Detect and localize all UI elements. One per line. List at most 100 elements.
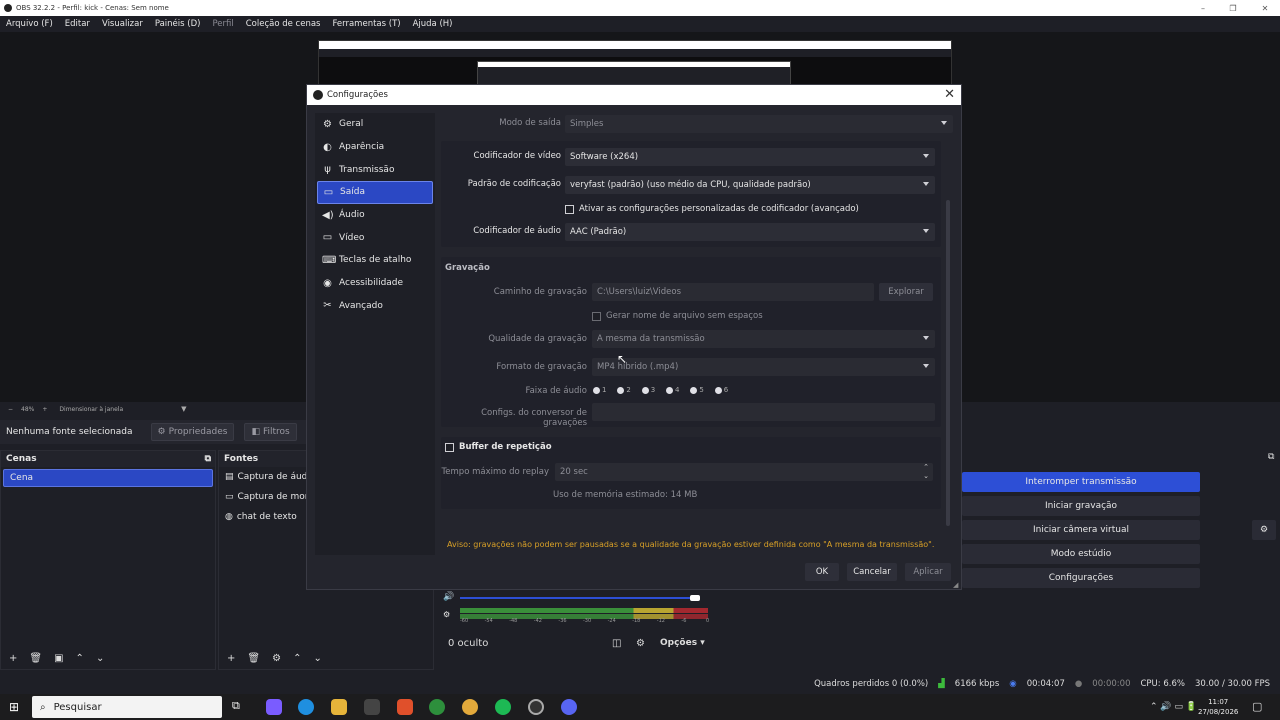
spotify-icon[interactable] [495, 699, 511, 715]
chrome-icon[interactable] [462, 699, 478, 715]
brave-icon[interactable] [397, 699, 413, 715]
output-mode-select[interactable]: Simples [565, 115, 953, 133]
menu-file[interactable]: Arquivo (F) [6, 19, 53, 29]
obs-taskbar-icon[interactable] [528, 699, 544, 715]
scene-filter-icon[interactable]: ▣ [54, 653, 63, 664]
menu-docks[interactable]: Painéis (D) [155, 19, 201, 29]
recording-path-input[interactable]: C:\Users\luiz\Videos [592, 283, 874, 301]
nav-hotkeys[interactable]: ⌨ Teclas de atalho [315, 249, 435, 272]
menu-view[interactable]: Visualizar [102, 19, 143, 29]
meter-scale-label: -36 [558, 618, 567, 624]
clock-time: 11:07 [1208, 698, 1229, 706]
spinner-arrows-icon[interactable]: ⌃ ⌄ [923, 463, 929, 481]
taskbar-clock[interactable]: 11:07 27/08/2026 [1198, 697, 1238, 717]
move-down-icon[interactable]: ⌄ [96, 653, 104, 664]
menu-edit[interactable]: Editar [65, 19, 90, 29]
virtual-camera-gear-icon[interactable]: ⚙ [1252, 520, 1276, 540]
volume-icon[interactable]: 🔊 [443, 592, 454, 602]
remux-input[interactable] [592, 403, 935, 421]
audio-encoder-select[interactable]: AAC (Padrão) [565, 223, 935, 241]
track-radio-3[interactable]: 3 [641, 386, 655, 394]
browse-button[interactable]: Explorar [879, 283, 933, 301]
volume-slider[interactable] [460, 597, 700, 599]
maximize-button[interactable]: ❐ [1218, 0, 1248, 16]
remove-source-icon[interactable]: 🗑 [247, 653, 260, 664]
recording-quality-select[interactable]: A mesma da transmissão [592, 330, 935, 348]
resize-select[interactable]: Dimensionar à janela [59, 406, 123, 413]
copilot-icon[interactable] [266, 699, 282, 715]
nav-output[interactable]: ▭ Saída [317, 181, 433, 204]
filters-button[interactable]: ◧ Filtros [244, 423, 297, 441]
move-down-icon[interactable]: ⌄ [313, 653, 321, 664]
encoder-preset-select[interactable]: veryfast (padrão) (uso médio da CPU, qua… [565, 176, 935, 194]
recording-format-select[interactable]: MP4 híbrido (.mp4) [592, 358, 935, 376]
chevron-down-icon[interactable]: ▼ [181, 405, 186, 413]
settings-button[interactable]: Configurações [962, 568, 1200, 588]
mixer-settings-icon[interactable]: ⚙ [443, 610, 450, 619]
track-radio-5[interactable]: 5 [690, 386, 704, 394]
resize-grip-icon[interactable]: ◢ [953, 581, 958, 589]
discord-icon[interactable] [561, 699, 577, 715]
no-spaces-checkbox[interactable]: Gerar nome de arquivo sem espaços [592, 311, 763, 321]
tray-icons[interactable]: ⌃ 🔊 ▭ 🔋 [1150, 702, 1197, 712]
studio-mode-button[interactable]: Modo estúdio [962, 544, 1200, 564]
windows-start-icon[interactable]: ⊞ [9, 700, 19, 714]
track-radio-4[interactable]: 4 [666, 386, 680, 394]
apply-button[interactable]: Aplicar [905, 563, 951, 581]
cancel-button[interactable]: Cancelar [847, 563, 897, 581]
audio-tracks-radios: 1 2 3 4 5 6 [593, 386, 736, 397]
scene-item[interactable]: Cena [3, 469, 213, 487]
scenes-title: Cenas [6, 454, 37, 464]
status-bar: Quadros perdidos 0 (0.0%) ▟ 6166 kbps ◉ … [0, 674, 1280, 694]
menu-profile[interactable]: Perfil [212, 19, 233, 29]
dock-float-icon[interactable]: ⧉ [1268, 452, 1274, 462]
minimize-button[interactable]: – [1188, 0, 1218, 16]
options-button[interactable]: Opções ▾ [660, 638, 705, 648]
zoom-out-button[interactable]: − [8, 406, 13, 413]
start-recording-button[interactable]: Iniciar gravação [962, 496, 1200, 516]
ok-button[interactable]: OK [805, 563, 839, 581]
nav-accessibility[interactable]: ◉ Acessibilidade [315, 272, 435, 295]
store-icon[interactable] [364, 699, 380, 715]
video-encoder-select[interactable]: Software (x264) [565, 148, 935, 166]
track-radio-1[interactable]: 1 [593, 386, 606, 394]
volume-slider-knob[interactable] [690, 595, 700, 601]
menu-scene-collection[interactable]: Coleção de cenas [246, 19, 321, 29]
add-scene-icon[interactable]: + [9, 653, 17, 664]
move-up-icon[interactable]: ⌃ [293, 653, 301, 664]
nav-advanced[interactable]: ✂ Avançado [315, 295, 435, 318]
add-source-icon[interactable]: + [227, 653, 235, 664]
task-view-icon[interactable]: ⧉ [232, 699, 248, 715]
dialog-close-icon[interactable]: ✕ [944, 87, 955, 102]
move-up-icon[interactable]: ⌃ [76, 653, 84, 664]
file-explorer-icon[interactable] [331, 699, 347, 715]
start-virtual-camera-button[interactable]: Iniciar câmera virtual [962, 520, 1200, 540]
settings-scrollbar[interactable] [946, 200, 950, 526]
dock-float-icon[interactable]: ⧉ [205, 454, 211, 464]
replay-max-time-spinner[interactable]: 20 sec ⌃ ⌄ [555, 463, 933, 481]
nav-video[interactable]: ▭ Vídeo [315, 226, 435, 249]
mixer-gear-icon[interactable]: ⚙ [636, 638, 645, 649]
nav-general[interactable]: ⚙ Geral [315, 113, 435, 136]
taskbar-search[interactable]: ⌕ Pesquisar [32, 696, 222, 718]
preview-canvas[interactable] [318, 40, 952, 90]
nav-stream[interactable]: ψ Transmissão [315, 158, 435, 181]
track-radio-2[interactable]: 2 [617, 386, 631, 394]
nav-audio[interactable]: ◀) Áudio [315, 204, 435, 227]
layout-icon[interactable]: ◫ [612, 638, 621, 649]
custom-encoder-checkbox[interactable]: Ativar as configurações personalizadas d… [565, 204, 859, 214]
track-radio-6[interactable]: 6 [714, 386, 728, 394]
zoom-in-button[interactable]: + [42, 406, 47, 413]
menu-tools[interactable]: Ferramentas (T) [332, 19, 400, 29]
xbox-icon[interactable] [429, 699, 445, 715]
notifications-icon[interactable]: ▢ [1252, 700, 1262, 713]
remove-scene-icon[interactable]: 🗑 [29, 653, 42, 664]
edge-icon[interactable] [298, 699, 314, 715]
menu-help[interactable]: Ajuda (H) [413, 19, 453, 29]
close-window-button[interactable]: ✕ [1250, 0, 1280, 16]
properties-button[interactable]: ⚙ Propriedades [150, 423, 235, 441]
source-settings-icon[interactable]: ⚙ [272, 653, 281, 664]
nav-appearance[interactable]: ◐ Aparência [315, 136, 435, 159]
replay-buffer-checkbox[interactable]: Buffer de repetição [445, 442, 552, 452]
stop-stream-button[interactable]: Interromper transmissão [962, 472, 1200, 492]
